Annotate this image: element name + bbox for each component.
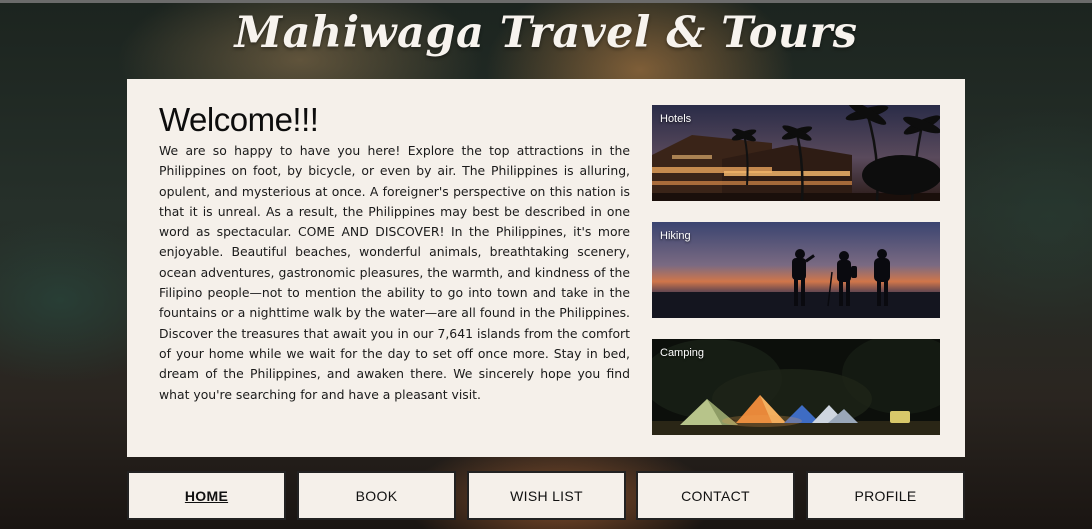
hiking-card[interactable]: Hiking (652, 222, 940, 318)
top-border-line (0, 0, 1092, 3)
nav-contact-button[interactable]: CONTACT (636, 471, 795, 520)
camping-card[interactable]: Camping (652, 339, 940, 435)
hotels-card[interactable]: Hotels (652, 105, 940, 201)
nav-home-button[interactable]: HOME (127, 471, 286, 520)
camping-card-label: Camping (660, 347, 705, 359)
main-navigation: HOME BOOK WISH LIST CONTACT PROFILE (127, 471, 965, 520)
welcome-paragraph: We are so happy to have you here! Explor… (159, 143, 630, 402)
hiking-image (652, 222, 940, 318)
nav-book-button[interactable]: BOOK (297, 471, 456, 520)
nav-profile-button[interactable]: PROFILE (806, 471, 965, 520)
hotels-image (652, 105, 940, 201)
welcome-heading: Welcome!!! (159, 101, 319, 138)
hotels-card-label: Hotels (660, 113, 692, 125)
hiking-card-label: Hiking (660, 230, 691, 242)
site-title: Mahiwaga Travel & Tours (234, 8, 858, 58)
nav-wish-list-button[interactable]: WISH LIST (467, 471, 626, 520)
main-content-panel: Welcome!!! We are so happy to have you h… (127, 79, 965, 457)
